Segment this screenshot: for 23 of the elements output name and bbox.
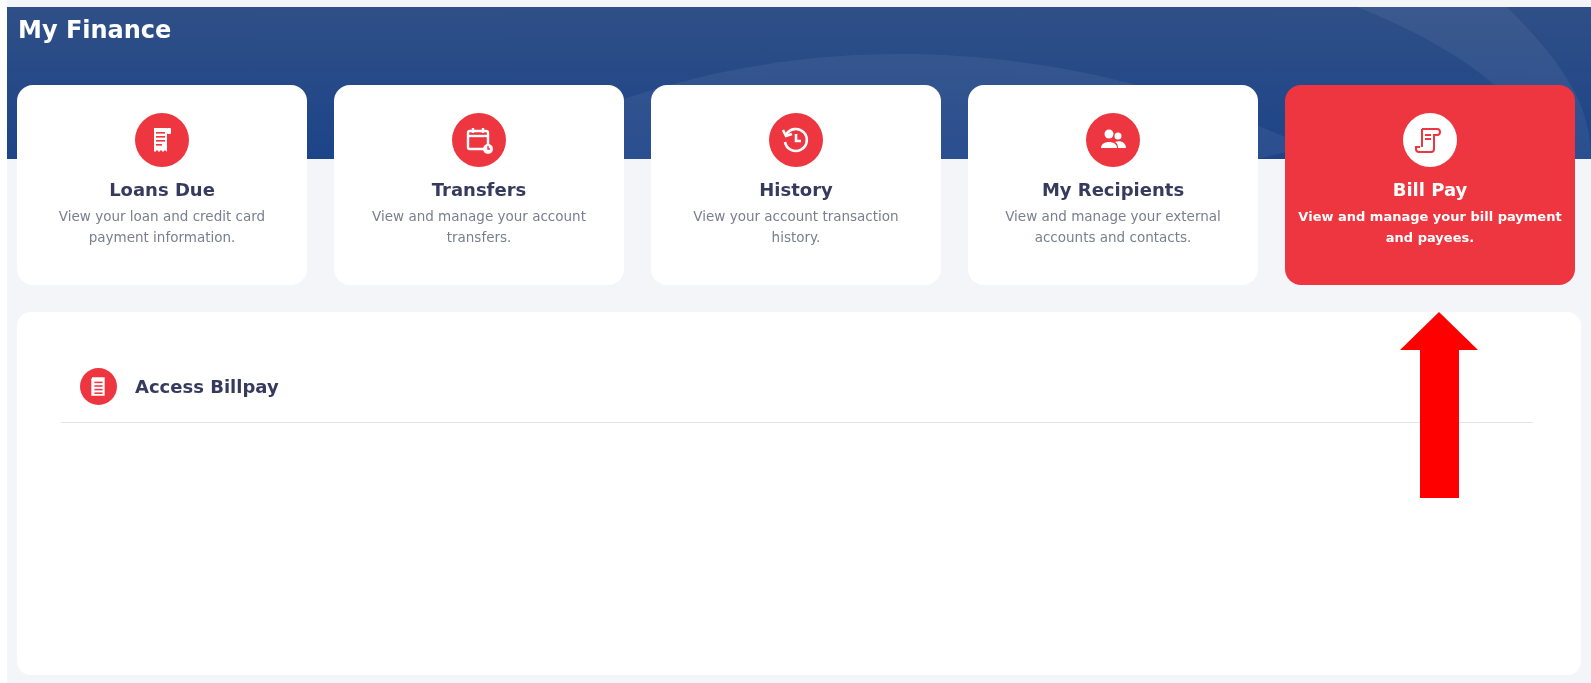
menu-card[interactable]: Bill Pay View and manage your bill payment and payees. (1285, 85, 1575, 285)
menu-card[interactable]: Loans Due View your loan and credit card payment information. (17, 85, 307, 285)
people-icon (1086, 113, 1140, 167)
section-title: Access Billpay (135, 376, 279, 397)
card-title: My Recipients (1041, 179, 1185, 200)
card-title: Bill Pay (1392, 179, 1468, 200)
card-description: View your loan and credit card payment information. (57, 207, 267, 247)
card-description: View and manage your bill payment and payees. (1297, 208, 1563, 247)
card-description: View your account transaction history. (692, 207, 900, 247)
card-description: View and manage your external accounts and contacts. (1004, 207, 1222, 247)
history-icon (769, 113, 823, 167)
page-title: My Finance (17, 15, 173, 44)
calendar-icon (452, 113, 506, 167)
receipt-icon (135, 113, 189, 167)
card-title: History (759, 179, 833, 200)
menu-card[interactable]: Transfers View and manage your account transfers. (334, 85, 624, 285)
scroll-icon (1403, 113, 1457, 167)
document-icon (80, 368, 117, 405)
menu-card[interactable]: My Recipients View and manage your external accounts and contacts. (968, 85, 1258, 285)
menu-card[interactable]: History View your account transaction history. (651, 85, 941, 285)
card-title: Loans Due (109, 179, 215, 200)
card-description: View and manage your account transfers. (371, 207, 587, 247)
card-title: Transfers (431, 179, 527, 200)
